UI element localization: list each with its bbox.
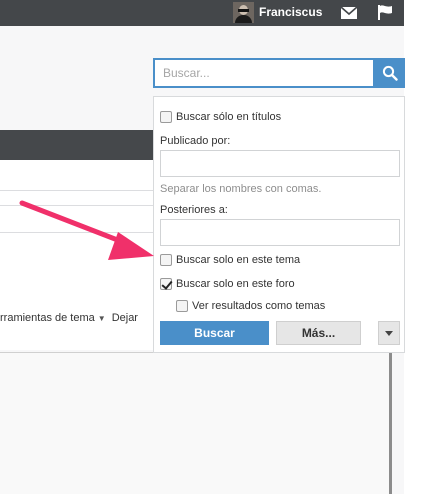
this-thread-option[interactable]: Buscar solo en este tema: [160, 254, 300, 266]
after-date-field[interactable]: [160, 219, 400, 246]
posted-by-field[interactable]: [160, 150, 400, 177]
leave-link[interactable]: Dejar: [112, 312, 138, 324]
mail-icon[interactable]: [341, 7, 357, 19]
this-forum-option[interactable]: Buscar solo en este foro: [160, 278, 295, 290]
divider: [0, 205, 154, 206]
search-submit-button[interactable]: Buscar: [160, 321, 269, 345]
flag-icon[interactable]: [377, 5, 393, 20]
separator-hint: Separar los nombres con comas.: [160, 183, 322, 195]
thread-tools-row: rramientas de tema ▼ Dejar: [0, 312, 154, 324]
avatar-glasses: [238, 9, 249, 12]
page-margin: [404, 0, 431, 494]
search-button[interactable]: [375, 58, 405, 88]
avatar-body: [235, 15, 252, 23]
top-navigation-bar: Franciscus: [0, 0, 404, 26]
search-icon: [382, 65, 398, 81]
more-options-button[interactable]: Más...: [276, 321, 361, 345]
titles-only-option[interactable]: Buscar sólo en títulos: [160, 111, 281, 123]
chevron-down-icon[interactable]: [378, 321, 400, 345]
titles-only-label: Buscar sólo en títulos: [176, 111, 282, 123]
username-link[interactable]: Franciscus: [259, 5, 322, 19]
results-as-threads-option[interactable]: Ver resultados como temas: [176, 300, 325, 312]
search-input[interactable]: [155, 60, 373, 86]
thread-tools-menu[interactable]: rramientas de tema: [0, 312, 95, 324]
this-forum-checkbox[interactable]: [160, 278, 172, 290]
after-date-label: Posteriores a:: [160, 204, 228, 216]
this-thread-label: Buscar solo en este tema: [176, 254, 301, 266]
results-as-threads-checkbox[interactable]: [176, 300, 188, 312]
results-as-threads-label: Ver resultados como temas: [192, 300, 326, 312]
titles-only-checkbox[interactable]: [160, 111, 172, 123]
divider: [0, 190, 154, 191]
search-box: [153, 58, 375, 88]
avatar[interactable]: [233, 2, 254, 23]
posted-by-label: Publicado por:: [160, 135, 231, 147]
chevron-down-icon[interactable]: ▼: [98, 314, 106, 323]
this-forum-label: Buscar solo en este foro: [176, 278, 295, 290]
divider: [0, 232, 154, 233]
thread-header-bar: [0, 130, 154, 160]
search-options-panel: Buscar sólo en títulos Publicado por: Se…: [153, 96, 405, 353]
post-container: [0, 352, 392, 494]
this-thread-checkbox[interactable]: [160, 254, 172, 266]
